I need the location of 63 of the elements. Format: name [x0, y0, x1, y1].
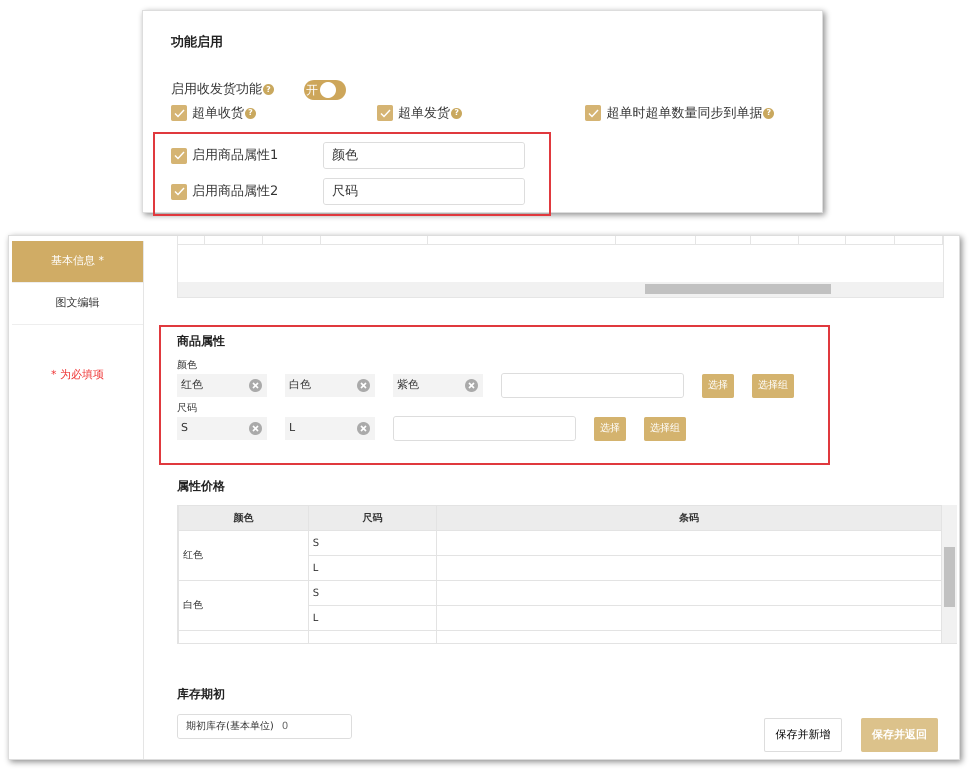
checkbox[interactable] — [377, 105, 394, 122]
select-group-button[interactable]: 选择组 — [644, 416, 686, 440]
sidebar-tab[interactable]: 基本信息 * — [12, 241, 143, 283]
help-icon[interactable]: ? — [451, 108, 462, 119]
table-cell: L — [308, 556, 437, 580]
select-button[interactable]: 选择 — [702, 374, 734, 398]
toggle-label: 启用收发货功能 — [171, 80, 262, 99]
section-title: 库存期初 — [177, 686, 226, 703]
table-cell: L — [308, 606, 437, 630]
section-title: 商品属性 — [177, 333, 226, 350]
save-and-return-button[interactable]: 保存并返回 — [861, 718, 938, 752]
remove-icon[interactable] — [465, 379, 478, 392]
column-header: 尺码 — [308, 506, 437, 530]
option-label: 超单收货 — [192, 104, 244, 122]
section-title: 属性价格 — [177, 478, 226, 495]
table-cell: 白色 — [178, 580, 308, 630]
attribute-name-field[interactable]: 颜色 — [323, 142, 525, 169]
checkbox[interactable] — [171, 148, 187, 164]
section-title: 功能启用 — [171, 34, 224, 52]
tag-text: 红色 — [181, 377, 203, 394]
required-note: * 为必填项 — [50, 367, 105, 383]
checkbox[interactable] — [171, 105, 187, 122]
tag-text: 白色 — [289, 377, 311, 394]
remove-icon[interactable] — [249, 379, 262, 392]
table-cell: 红色 — [178, 530, 308, 580]
tag-text: L — [289, 420, 296, 436]
column-header: 条码 — [436, 506, 942, 530]
select-group-button[interactable]: 选择组 — [752, 374, 794, 398]
attribute-group-label: 颜色 — [177, 358, 198, 373]
vertical-scrollbar[interactable] — [942, 505, 957, 643]
column-header: 颜色 — [178, 506, 308, 530]
tag-text: S — [181, 420, 188, 436]
value-input[interactable] — [501, 373, 684, 398]
attribute-label: 启用商品属性2 — [192, 182, 280, 201]
check-icon — [174, 151, 184, 160]
tag-text: 紫色 — [397, 377, 419, 394]
field-label: 期初库存(基本单位) — [186, 720, 274, 734]
field-value: 0 — [282, 720, 288, 734]
help-icon[interactable]: ? — [763, 108, 774, 119]
help-icon[interactable]: ? — [263, 84, 274, 95]
check-icon — [174, 108, 184, 118]
check-icon — [588, 108, 599, 118]
help-icon[interactable]: ? — [245, 108, 256, 119]
check-icon — [174, 187, 184, 196]
toggle-switch[interactable]: 开 — [304, 80, 346, 100]
checkbox[interactable] — [171, 184, 187, 200]
option-label: 超单时超单数量同步到单据 — [606, 104, 762, 122]
attribute-group-label: 尺码 — [177, 402, 198, 416]
table-cell: S — [308, 530, 437, 556]
remove-icon[interactable] — [357, 379, 370, 392]
checkbox[interactable] — [585, 105, 602, 122]
remove-icon[interactable] — [249, 422, 262, 435]
save-and-new-button[interactable]: 保存并新增 — [764, 718, 842, 752]
horizontal-scrollbar[interactable] — [178, 282, 943, 297]
check-icon — [380, 108, 391, 118]
stock-field[interactable]: 期初库存(基本单位) 0 — [177, 714, 352, 739]
select-button[interactable]: 选择 — [594, 416, 626, 440]
table-cell: S — [308, 580, 437, 606]
value-input[interactable] — [393, 416, 576, 441]
attribute-name-field[interactable]: 尺码 — [323, 178, 525, 205]
attribute-label: 启用商品属性1 — [192, 146, 280, 165]
remove-icon[interactable] — [357, 422, 370, 435]
option-label: 超单发货 — [398, 104, 450, 122]
